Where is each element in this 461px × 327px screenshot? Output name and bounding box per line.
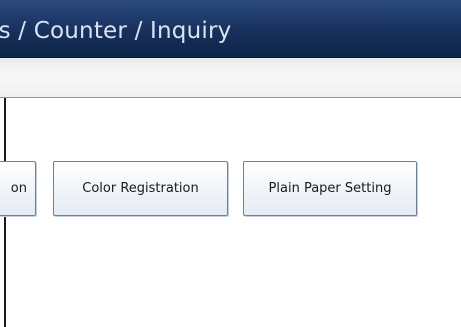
partial-setting-button-label: on [10,181,27,196]
color-registration-button-label: Color Registration [82,181,199,196]
color-registration-button[interactable]: Color Registration [53,161,228,216]
partial-setting-button[interactable]: on [0,161,36,216]
page-title-label: ls / Counter / Inquiry [0,18,232,44]
page-title: ls / Counter / Inquiry [0,16,461,46]
title-bar: ls / Counter / Inquiry [0,0,461,58]
settings-screen: ls / Counter / Inquiry on Color Registra… [0,0,461,327]
tab-bar [0,58,461,98]
plain-paper-setting-button[interactable]: Plain Paper Setting [243,161,417,216]
plain-paper-setting-button-label: Plain Paper Setting [268,181,392,196]
